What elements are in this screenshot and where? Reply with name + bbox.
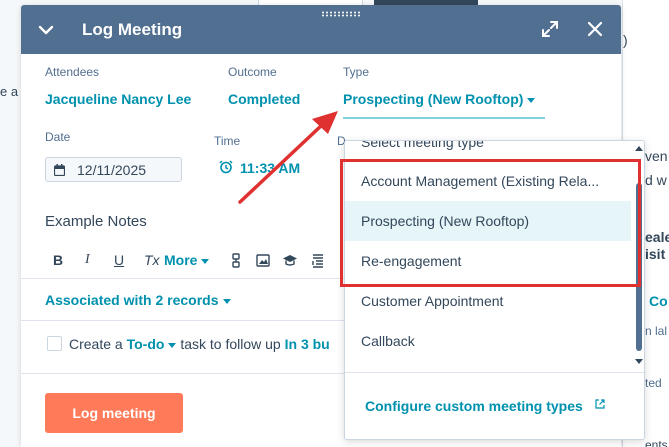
background-text: ) [623,32,628,48]
type-select[interactable]: Prospecting (New Rooftop) [343,91,536,107]
associations-dropdown[interactable]: Associated with 2 records [45,292,231,308]
date-value: 12/11/2025 [77,162,147,178]
time-label: Time [214,134,241,148]
caret-down-icon [168,342,177,348]
task-prefix: Create a [69,336,123,352]
date-label: Date [45,130,71,144]
attendees-value[interactable]: Jacqueline Nancy Lee [45,91,191,107]
clear-format-button[interactable]: Tx [144,252,160,268]
date-input[interactable]: 12/11/2025 [45,157,182,182]
chevron-down-icon[interactable] [37,21,55,39]
more-label: More [164,252,198,268]
background-text: ted [645,376,662,390]
outcome-value[interactable]: Completed [228,91,300,107]
caret-down-icon [222,298,231,304]
task-type-dropdown[interactable]: To-do [127,336,177,352]
dropdown-option[interactable]: Customer Appointment [345,281,631,321]
configure-meeting-types-link[interactable]: Configure custom meeting types [365,398,605,414]
document-icon[interactable] [311,253,325,268]
snippet-icon[interactable] [230,253,242,269]
caret-down-icon [527,97,536,103]
task-type-label: To-do [126,336,165,352]
bold-button[interactable]: B [53,252,63,268]
attendees-label: Attendees [45,65,100,79]
italic-button[interactable]: I [85,252,90,268]
background-text: eale [645,229,669,245]
background-text: d w [645,172,667,188]
task-due-dropdown[interactable]: In 3 bu [285,336,330,352]
background-text: ents [645,438,668,447]
modal-title: Log Meeting [82,20,183,39]
task-middle: task to follow up [180,336,281,352]
alarm-clock-icon [219,160,233,174]
background-link[interactable]: Co [649,293,668,309]
background-text: n lal [645,324,668,338]
dropdown-placeholder: Select meeting type [361,140,484,150]
close-icon[interactable] [586,20,604,38]
associations-label: Associated with 2 records [45,292,219,308]
followup-task-line: Create a To-do task to follow up In 3 bu [69,336,330,352]
log-meeting-button[interactable]: Log meeting [45,393,183,433]
annotation-highlight-box [340,159,641,287]
background-text: isit [645,246,666,262]
calendar-icon [54,164,65,176]
caret-down-icon [201,258,210,264]
expand-icon[interactable] [541,20,559,38]
type-focus-underline [343,117,545,119]
configure-link-label: Configure custom meeting types [365,398,583,414]
graduation-cap-icon[interactable] [282,254,298,267]
outcome-label: Outcome [228,65,277,79]
followup-task-checkbox[interactable] [47,336,62,351]
divider [345,372,644,373]
time-value[interactable]: 11:33 AM [240,160,300,176]
drag-handle-icon[interactable] [321,11,363,17]
underline-button[interactable]: U [114,252,124,268]
image-icon[interactable] [256,254,270,267]
more-button[interactable]: More [164,252,210,268]
external-link-icon [595,399,605,409]
scroll-down-icon[interactable] [635,359,643,364]
scroll-up-icon[interactable] [635,146,643,151]
modal-header: Log Meeting [21,5,621,54]
background-left-text: e a [0,84,19,99]
notes-title: Example Notes [45,213,147,230]
background-text: ven [645,148,668,164]
type-value: Prospecting (New Rooftop) [343,91,524,107]
dropdown-option[interactable]: Callback [345,321,631,361]
type-label: Type [343,65,370,79]
